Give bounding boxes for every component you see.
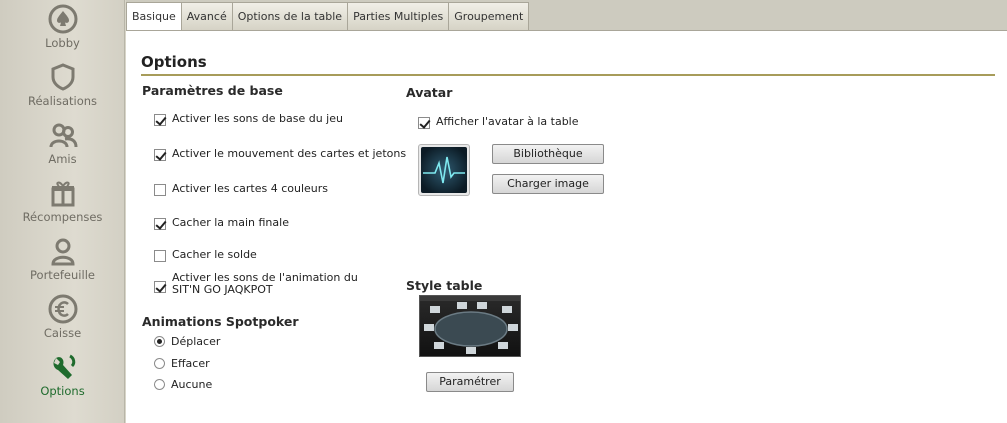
checkbox[interactable]	[154, 184, 166, 196]
sidebar-item-portefeuille[interactable]: Portefeuille	[0, 232, 125, 290]
checkbox-label: Cacher la main finale	[172, 216, 289, 229]
basic-settings-heading: Paramètres de base	[142, 83, 283, 98]
page-title: Options	[141, 53, 207, 71]
sidebar-item-label: Amis	[48, 152, 77, 166]
checkbox[interactable]	[154, 281, 166, 293]
option-cartes-4-couleurs[interactable]: Activer les cartes 4 couleurs	[154, 183, 328, 196]
radio-label: Effacer	[171, 357, 210, 370]
euro-icon	[48, 294, 77, 324]
sidebar-item-caisse[interactable]: Caisse	[0, 290, 125, 348]
sidebar-item-label: Options	[40, 384, 85, 398]
anim-deplacer[interactable]: Déplacer	[154, 335, 220, 348]
upload-image-button[interactable]: Charger image	[492, 174, 604, 194]
sidebar-item-amis[interactable]: Amis	[0, 116, 125, 174]
radio-label: Déplacer	[171, 335, 221, 348]
checkbox-label: Afficher l'avatar à la table	[436, 115, 579, 128]
checkbox-label: Cacher le solde	[172, 248, 257, 261]
sidebar-item-options[interactable]: Options	[0, 348, 125, 406]
checkbox[interactable]	[154, 114, 166, 126]
sidebar-item-recompenses[interactable]: Récompenses	[0, 174, 125, 232]
radio-button[interactable]	[154, 379, 165, 390]
checkbox-label: Activer les sons de base du jeu	[172, 112, 343, 125]
radio-button[interactable]	[154, 358, 165, 369]
spade-icon	[48, 4, 77, 34]
anim-aucune[interactable]: Aucune	[154, 378, 212, 391]
shield-icon	[51, 63, 74, 91]
main-panel: Basique Avancé Options de la table Parti…	[126, 0, 1007, 423]
checkbox[interactable]	[154, 250, 166, 262]
option-afficher-avatar[interactable]: Afficher l'avatar à la table	[418, 116, 579, 129]
title-divider	[141, 74, 995, 76]
sidebar: Lobby Réalisations Amis Récompenses Port…	[0, 0, 125, 423]
option-sons-base[interactable]: Activer les sons de base du jeu	[154, 113, 343, 126]
checkbox-label: Activer les sons de l'animation du SIT'N…	[172, 271, 358, 296]
table-style-preview	[419, 295, 521, 357]
heartbeat-icon	[423, 156, 465, 184]
gift-icon	[51, 181, 74, 207]
sidebar-item-label: Récompenses	[22, 210, 103, 224]
sidebar-item-label: Réalisations	[27, 94, 98, 108]
animations-heading: Animations Spotpoker	[142, 314, 299, 329]
sidebar-item-label: Caisse	[43, 326, 82, 340]
anim-effacer[interactable]: Effacer	[154, 357, 210, 370]
table-style-heading: Style table	[406, 278, 483, 293]
option-cacher-main-finale[interactable]: Cacher la main finale	[154, 217, 289, 230]
tab-avance[interactable]: Avancé	[180, 2, 233, 30]
option-sons-jaqkpot[interactable]: Activer les sons de l'animation du SIT'N…	[154, 272, 384, 296]
checkbox[interactable]	[154, 218, 166, 230]
radio-button[interactable]	[154, 336, 165, 347]
options-content: Options Paramètres de base Activer les s…	[126, 30, 1007, 423]
avatar-preview	[418, 144, 470, 196]
configure-table-button[interactable]: Paramétrer	[426, 372, 514, 392]
library-button[interactable]: Bibliothèque	[492, 144, 604, 164]
tab-basique[interactable]: Basique	[126, 2, 182, 31]
option-cacher-solde[interactable]: Cacher le solde	[154, 249, 257, 262]
friends-icon	[49, 123, 77, 148]
sidebar-item-lobby[interactable]: Lobby	[0, 0, 125, 58]
avatar-heading: Avatar	[406, 85, 453, 100]
sidebar-item-label: Lobby	[45, 36, 80, 50]
option-mouvement-cartes[interactable]: Activer le mouvement des cartes et jeton…	[154, 148, 406, 161]
radio-label: Aucune	[171, 378, 213, 391]
checkbox-label: Activer les cartes 4 couleurs	[172, 182, 329, 195]
tab-options-table[interactable]: Options de la table	[231, 2, 349, 30]
poker-table-icon	[420, 296, 520, 354]
sidebar-item-label: Portefeuille	[30, 268, 95, 282]
checkbox[interactable]	[154, 149, 166, 161]
checkbox[interactable]	[418, 117, 430, 129]
tab-parties-multiples[interactable]: Parties Multiples	[347, 2, 450, 30]
tab-bar: Basique Avancé Options de la table Parti…	[126, 2, 530, 31]
checkbox-label: Activer le mouvement des cartes et jeton…	[172, 147, 407, 160]
wallet-icon	[50, 238, 75, 266]
sidebar-item-realisations[interactable]: Réalisations	[0, 58, 125, 116]
tab-groupement[interactable]: Groupement	[448, 2, 530, 30]
wrench-icon	[53, 354, 75, 379]
